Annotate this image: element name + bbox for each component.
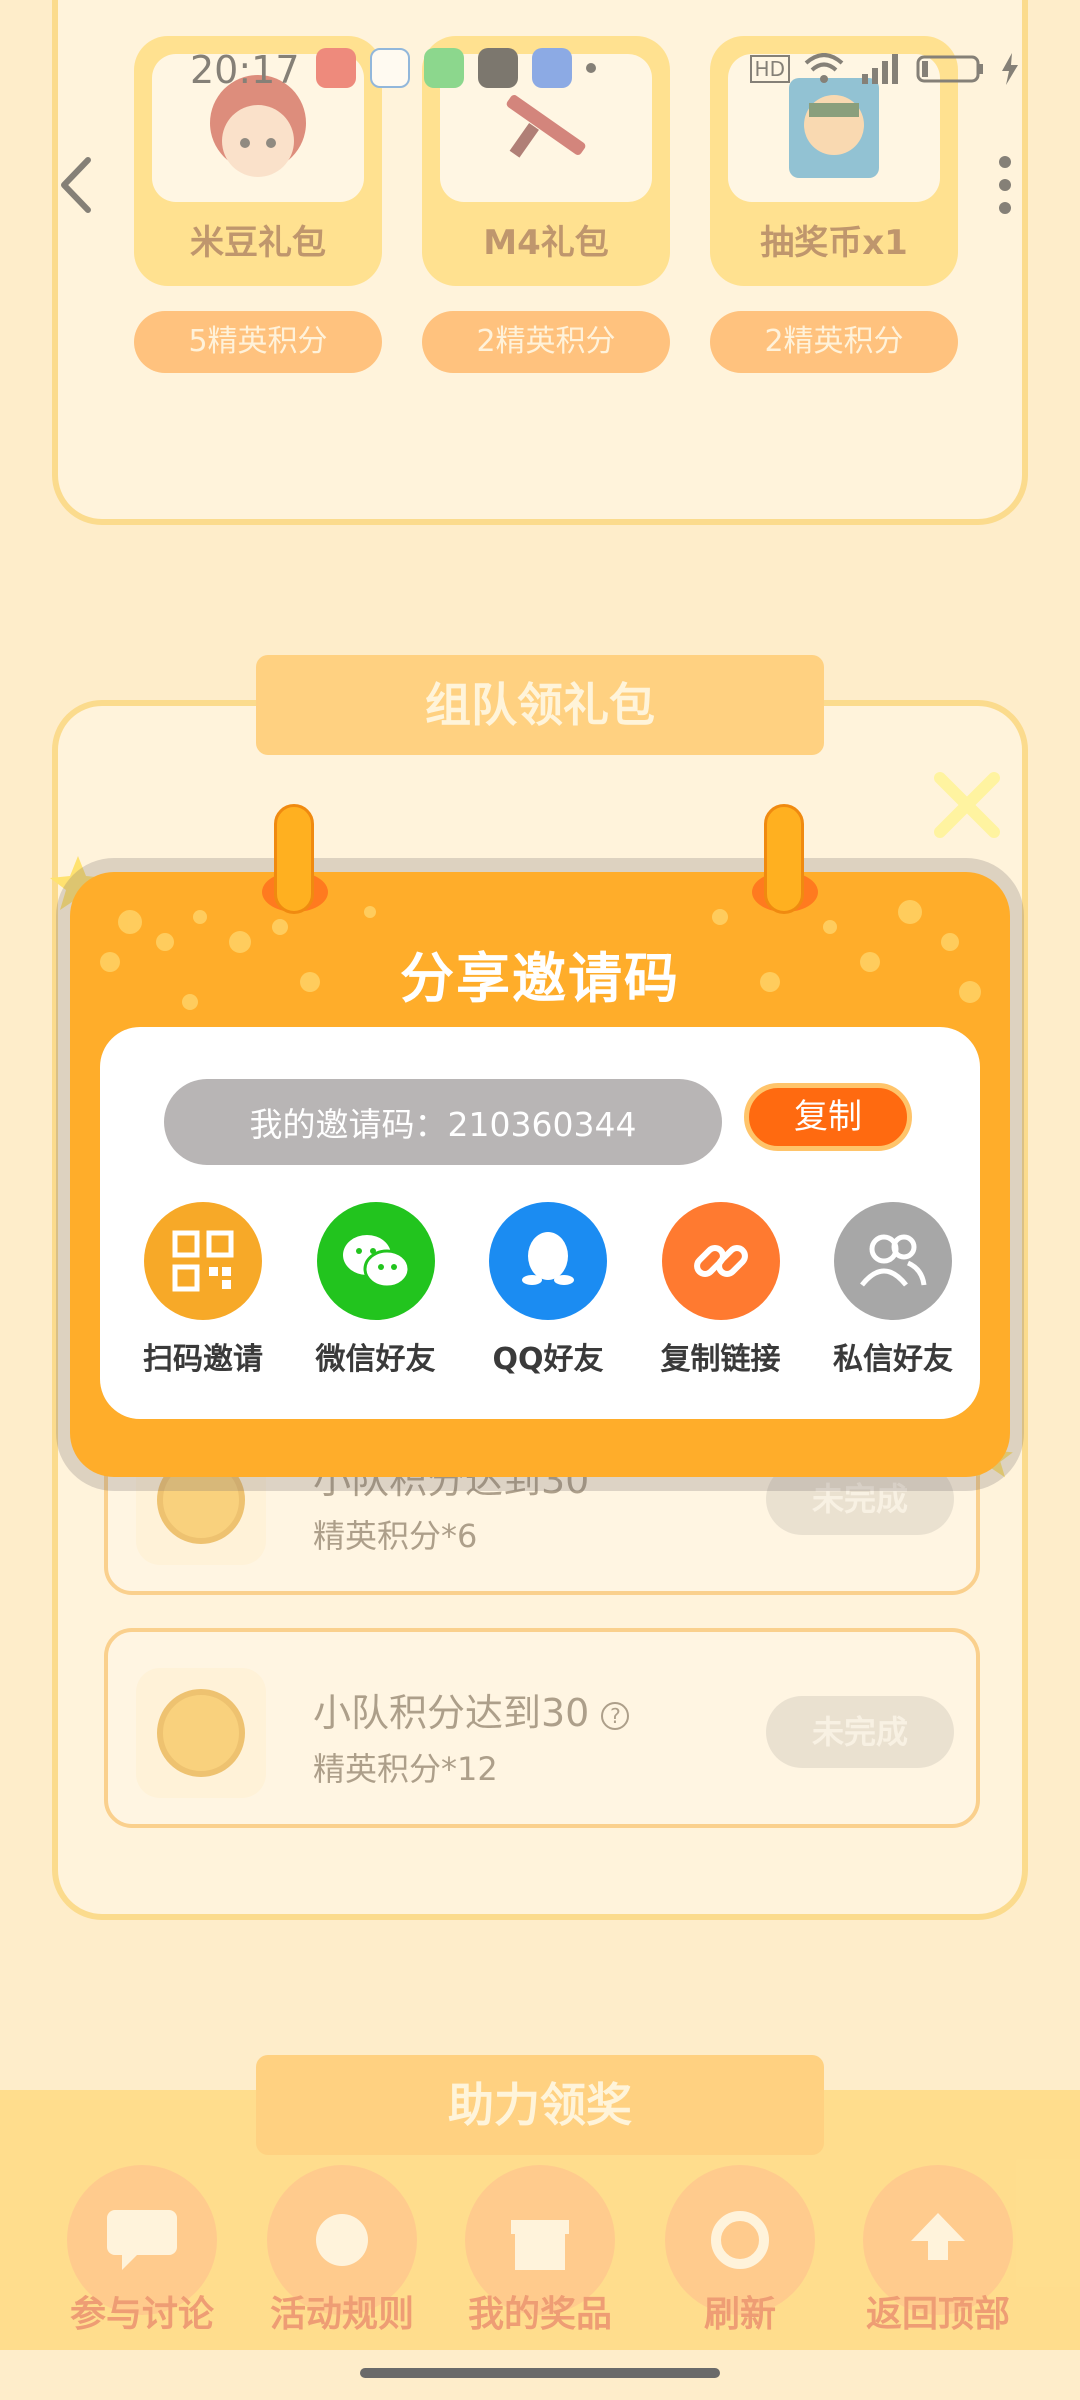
share-label: 私信好友 [833,1342,953,1377]
share-label: 复制链接 [660,1342,781,1377]
share-qr-invite[interactable]: 扫码邀请 [118,1202,288,1378]
wechat-icon [316,1202,435,1320]
share-options: 扫码邀请 微信好友 QQ好友 复制链接 私信好友 [118,1202,978,1378]
qr-code-icon [144,1202,262,1320]
copy-button[interactable]: 复制 [744,1083,912,1151]
share-invite-modal: 分享邀请码 我的邀请码：210360344 复制 扫码邀请 微信好友 QQ好友 … [70,872,1010,1477]
share-qq[interactable]: QQ好友 [463,1202,633,1378]
share-copy-link[interactable]: 复制链接 [636,1202,806,1378]
hook-decoration [274,804,314,914]
share-private-message[interactable]: 私信好友 [808,1202,978,1378]
share-wechat[interactable]: 微信好友 [291,1202,461,1378]
close-icon[interactable] [928,766,1006,844]
hook-decoration [764,804,804,914]
modal-title: 分享邀请码 [400,947,680,1010]
share-label: 扫码邀请 [143,1342,263,1377]
home-indicator[interactable] [360,2368,720,2378]
modal-content-card: 我的邀请码：210360344 复制 扫码邀请 微信好友 QQ好友 复制链接 私… [100,1027,980,1419]
qq-icon [489,1202,607,1320]
invite-code-display: 我的邀请码：210360344 [164,1079,722,1165]
share-label: 微信好友 [315,1342,436,1377]
share-label: QQ好友 [492,1342,604,1377]
friends-icon [834,1202,952,1320]
link-icon [661,1202,780,1320]
